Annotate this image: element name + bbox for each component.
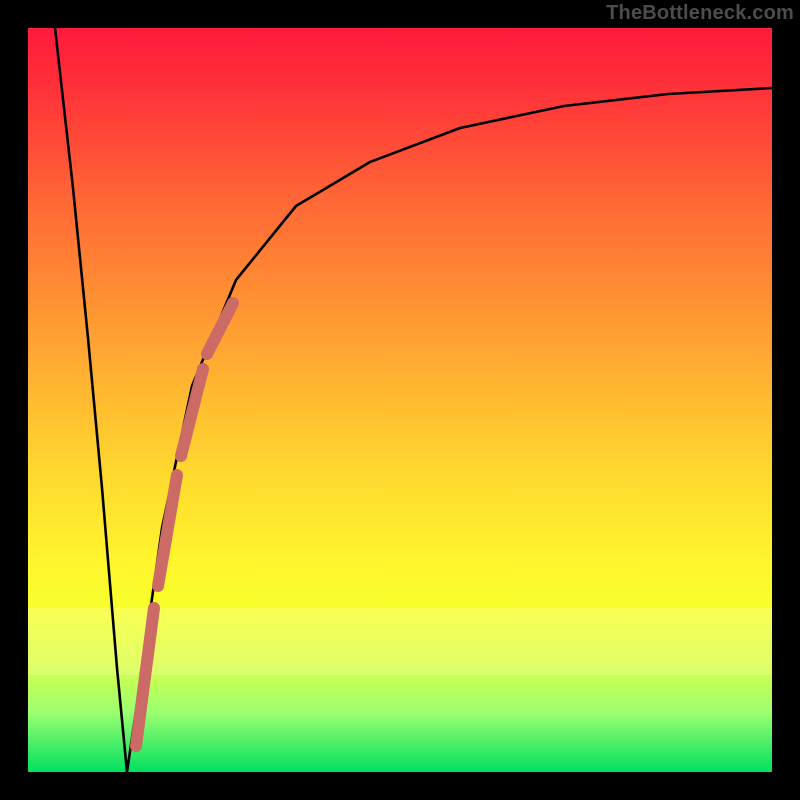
curve-layer bbox=[28, 28, 772, 772]
plot-area bbox=[28, 28, 772, 772]
highlight-segment bbox=[136, 303, 233, 746]
bottleneck-curve bbox=[55, 28, 772, 772]
chart-frame: TheBottleneck.com bbox=[0, 0, 800, 800]
watermark-text: TheBottleneck.com bbox=[606, 2, 794, 25]
